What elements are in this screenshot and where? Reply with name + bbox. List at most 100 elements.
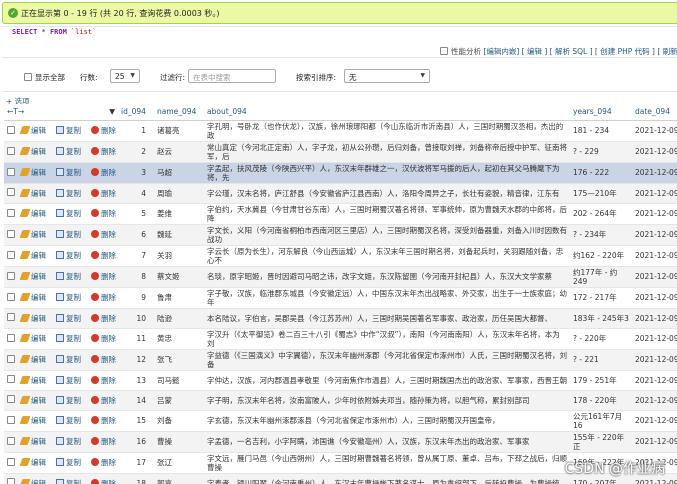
cell-date[interactable]: 2021-12-09 <box>632 224 677 246</box>
row-checkbox[interactable] <box>7 375 15 383</box>
row-checkbox[interactable] <box>7 188 15 196</box>
edit-row-button[interactable]: 编辑 <box>19 355 51 364</box>
row-checkbox-cell[interactable] <box>4 308 18 329</box>
copy-row-button[interactable]: 复制 <box>56 437 86 446</box>
cell-about[interactable]: 字文远，雁门马邑（今山西朔州）人，三国时期曹魏著名将领，曾从属丁原、董卓、吕布，… <box>204 452 570 474</box>
inline-edit-link[interactable]: [编辑内嵌] <box>483 47 519 56</box>
cell-id[interactable]: 18 <box>118 473 154 484</box>
edit-row-button[interactable]: 编辑 <box>19 478 51 484</box>
row-checkbox-cell[interactable] <box>4 141 18 163</box>
edit-row-button[interactable]: 编辑 <box>19 147 51 156</box>
cell-name[interactable]: 刘备 <box>154 410 204 432</box>
row-checkbox[interactable] <box>7 436 15 445</box>
edit-row-button[interactable]: 编辑 <box>19 458 51 467</box>
table-row[interactable]: 编辑 复制 删除 12 张飞 字益德（《三国演义》中字翼德），东汉末年幽州涿郡（今河北省保… <box>4 349 677 371</box>
delete-row-button[interactable]: 删除 <box>91 437 118 446</box>
row-checkbox[interactable] <box>7 478 15 484</box>
cell-years[interactable]: 176 - 222 <box>570 162 632 184</box>
edit-row-button[interactable]: 编辑 <box>19 293 51 302</box>
column-header-date[interactable]: date_094 <box>632 104 677 121</box>
cell-years[interactable]: ? - 220年 <box>570 328 632 350</box>
cell-about[interactable]: 字云长（原为长生），河东解良（今山西运城）人，东汉末年三国时期名将，刘备起兵时，… <box>204 245 570 267</box>
sql-query-text[interactable]: SELECT * FROM `list` <box>12 28 96 36</box>
copy-row-button[interactable]: 复制 <box>56 272 86 281</box>
create-php-code-link[interactable]: [ 创建 PHP 代码 ] <box>595 47 655 56</box>
column-resize-arrows[interactable]: ←T→ ▼ <box>4 104 118 121</box>
filter-rows-input[interactable]: 在表中搜索 <box>188 69 276 83</box>
cell-id[interactable]: 5 <box>118 203 154 225</box>
cell-date[interactable]: 2021-12-09 <box>632 183 677 204</box>
column-header-id[interactable]: id_094 <box>118 104 154 121</box>
copy-row-button[interactable]: 复制 <box>56 478 86 484</box>
cell-about[interactable]: 字奉孝，颍川阳翟（今河南禹州）人，东汉末年曹操帐下著名谋士，原为袁绍部下，后转投… <box>204 473 570 484</box>
copy-row-button[interactable]: 复制 <box>56 458 86 467</box>
cell-name[interactable]: 诸葛亮 <box>154 120 204 142</box>
cell-name[interactable]: 郭嘉 <box>154 473 204 484</box>
delete-row-button[interactable]: 删除 <box>91 478 118 484</box>
cell-years[interactable]: 172 - 217年 <box>570 287 632 309</box>
row-checkbox-cell[interactable] <box>4 266 18 288</box>
delete-row-button[interactable]: 删除 <box>91 126 118 135</box>
row-checkbox-cell[interactable] <box>4 349 18 371</box>
row-checkbox-cell[interactable] <box>4 452 18 474</box>
cell-id[interactable]: 10 <box>118 308 154 329</box>
table-row[interactable]: 编辑 复制 删除 15 刘备 字玄德，东汉末年幽州涿郡涿县（今河北省保定市涿州市）人，三国… <box>4 410 677 432</box>
delete-row-button[interactable]: 删除 <box>91 395 118 405</box>
delete-row-button[interactable]: 删除 <box>91 272 118 281</box>
cell-name[interactable]: 鲁肃 <box>154 287 204 309</box>
cell-years[interactable]: 公元161年7月16 <box>570 410 632 432</box>
cell-years[interactable]: 155年 - 220年正 <box>570 431 632 453</box>
edit-row-button[interactable]: 编辑 <box>19 168 51 177</box>
row-checkbox[interactable] <box>7 354 15 363</box>
cell-about[interactable]: 字孔明，号卧龙（也作伏龙），汉族，徐州琅琊阳都（今山东临沂市沂南县）人，三国时期… <box>204 120 570 142</box>
edit-row-button[interactable]: 编辑 <box>19 272 51 281</box>
table-row[interactable]: 编辑 复制 删除 13 司马懿 字仲达，汉族，河内郡温县孝敬里（今河南焦作市温县）人，三国… <box>4 370 677 391</box>
cell-name[interactable]: 陆逊 <box>154 308 204 329</box>
profiling-checkbox[interactable] <box>440 47 448 55</box>
copy-row-button[interactable]: 复制 <box>56 334 86 343</box>
cell-years[interactable]: ? - 221 <box>570 349 632 371</box>
cell-date[interactable]: 2021-12-09 <box>632 349 677 371</box>
cell-name[interactable]: 马超 <box>154 162 204 184</box>
cell-id[interactable]: 3 <box>118 162 154 184</box>
row-checkbox[interactable] <box>7 229 15 238</box>
row-checkbox-cell[interactable] <box>4 203 18 225</box>
delete-row-button[interactable]: 删除 <box>91 230 118 239</box>
table-row[interactable]: 编辑 复制 删除 14 吕蒙 字子明，东汉末年名将，汝南富陂人，少年时依附姊夫邓当，随孙策… <box>4 390 677 411</box>
cell-id[interactable]: 17 <box>118 452 154 474</box>
copy-row-button[interactable]: 复制 <box>56 209 86 218</box>
edit-row-button[interactable]: 编辑 <box>19 416 51 425</box>
cell-about[interactable]: 常山真定（今河北正定南）人，字子龙，初从公孙瓒，后归刘备，曾接取刘禅，刘备称帝后… <box>204 141 570 163</box>
column-header-name[interactable]: name_094 <box>154 104 204 121</box>
row-checkbox[interactable] <box>7 208 15 217</box>
row-checkbox-cell[interactable] <box>4 162 18 184</box>
cell-about[interactable]: 字益德（《三国演义》中字翼德），东汉末年幽州涿郡（今河北省保定市涿州市）人氏，三… <box>204 349 570 371</box>
cell-id[interactable]: 4 <box>118 183 154 204</box>
row-checkbox-cell[interactable] <box>4 473 18 484</box>
cell-id[interactable]: 12 <box>118 349 154 371</box>
table-row[interactable]: 编辑 复制 删除 7 关羽 字云长（原为长生），河东解良（今山西运城）人，东汉末年三国时期… <box>4 245 677 267</box>
row-checkbox-cell[interactable] <box>4 390 18 411</box>
delete-row-button[interactable]: 删除 <box>91 209 118 218</box>
cell-date[interactable]: 2021-12-09 <box>632 410 677 432</box>
row-checkbox[interactable] <box>7 457 15 466</box>
cell-id[interactable]: 6 <box>118 224 154 246</box>
delete-row-button[interactable]: 删除 <box>91 147 118 156</box>
edit-row-button[interactable]: 编辑 <box>19 251 51 260</box>
cell-date[interactable]: 2021-12-09 <box>632 431 677 453</box>
cell-date[interactable]: 2021-12-09 <box>632 287 677 309</box>
cell-name[interactable]: 张飞 <box>154 349 204 371</box>
cell-about[interactable]: 字子明，东汉末年名将，汝南富陂人，少年时依附姊夫邓当，随孙策为将，以胆气称，累封… <box>204 390 570 411</box>
cell-date[interactable]: 2021-12-09 <box>632 120 677 142</box>
cell-name[interactable]: 姜维 <box>154 203 204 225</box>
row-checkbox[interactable] <box>7 125 15 134</box>
show-all-checkbox[interactable] <box>24 73 32 81</box>
delete-row-button[interactable]: 删除 <box>91 168 118 177</box>
copy-row-button[interactable]: 复制 <box>56 126 86 135</box>
copy-row-button[interactable]: 复制 <box>56 188 86 198</box>
copy-row-button[interactable]: 复制 <box>56 293 86 302</box>
cell-years[interactable]: 183年 - 245年3 <box>570 308 632 329</box>
explain-sql-link[interactable]: [ 解析 SQL ] <box>550 47 593 56</box>
cell-name[interactable]: 周瑜 <box>154 183 204 204</box>
cell-id[interactable]: 2 <box>118 141 154 163</box>
